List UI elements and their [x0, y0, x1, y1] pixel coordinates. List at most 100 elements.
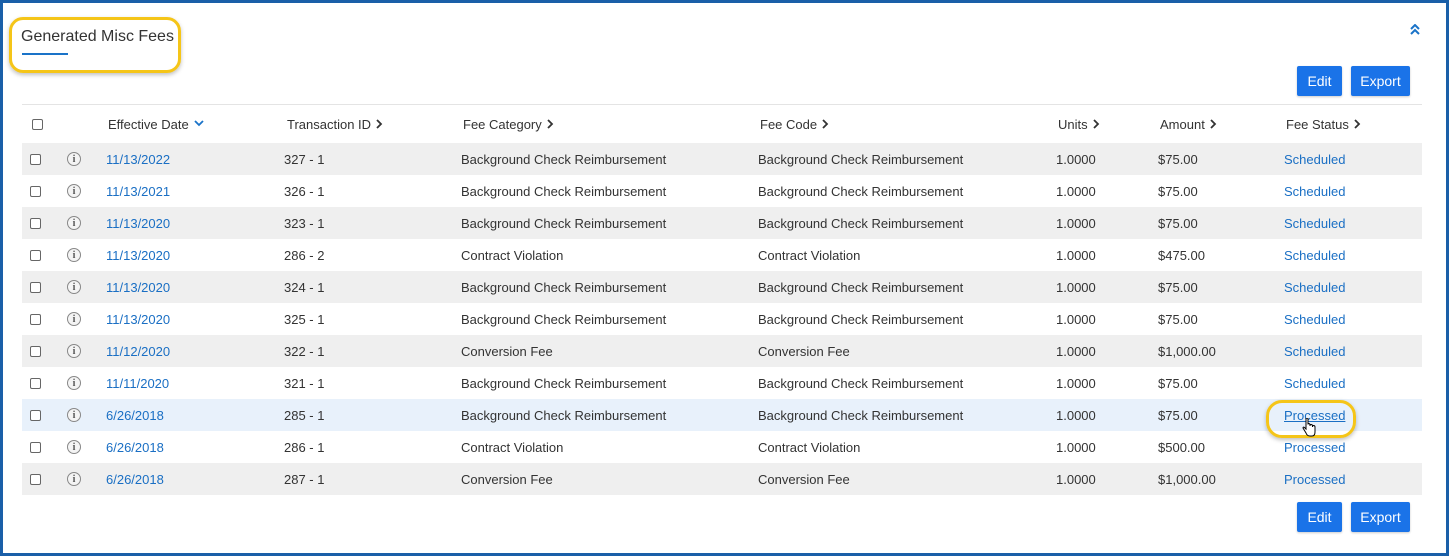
fee-status-link[interactable]: Scheduled [1284, 207, 1345, 239]
effective-date-link[interactable]: 11/13/2022 [106, 143, 170, 175]
units: 1.0000 [1056, 279, 1096, 295]
table-row[interactable]: i 11/13/2020 323 - 1 Background Check Reimb… [22, 207, 1422, 239]
select-all-checkbox[interactable] [32, 118, 43, 130]
effective-date-link[interactable]: 6/26/2018 [106, 399, 164, 431]
row-checkbox-cell [30, 303, 41, 335]
row-checkbox[interactable] [30, 377, 41, 389]
row-checkbox[interactable] [30, 313, 41, 325]
fee-status-link[interactable]: Scheduled [1284, 239, 1345, 271]
table-row[interactable]: i 11/12/2020 322 - 1 Conversion Fee Conversi… [22, 335, 1422, 367]
amount: $1,000.00 [1158, 471, 1216, 487]
table-row[interactable]: i 6/26/2018 285 - 1 Background Check Reimbu… [22, 399, 1422, 431]
info-cell: i [67, 239, 81, 271]
transaction-id: 286 - 1 [284, 439, 325, 455]
table-row[interactable]: i 11/13/2020 286 - 2 Contract Violation Cont… [22, 239, 1422, 271]
header-units-label: Units [1058, 116, 1088, 132]
chevron-right-icon [547, 117, 554, 132]
info-cell: i [67, 303, 81, 335]
edit-button-bottom[interactable]: Edit [1297, 502, 1342, 532]
fee-status-link[interactable]: Processed [1284, 463, 1345, 495]
export-button-top[interactable]: Export [1351, 66, 1410, 96]
fee-code: Conversion Fee [758, 343, 850, 359]
info-icon[interactable]: i [67, 472, 81, 486]
title-underline [22, 53, 68, 55]
header-fee-status[interactable]: Fee Status [1286, 105, 1361, 143]
fee-status-link[interactable]: Processed [1284, 431, 1345, 463]
info-icon[interactable]: i [67, 312, 81, 326]
transaction-id: 323 - 1 [284, 215, 325, 231]
export-button-bottom[interactable]: Export [1351, 502, 1410, 532]
units: 1.0000 [1056, 247, 1096, 263]
table-row[interactable]: i 11/11/2020 321 - 1 Background Check Reimb… [22, 367, 1422, 399]
effective-date-link[interactable]: 11/13/2020 [106, 239, 170, 271]
table-row[interactable]: i 11/13/2020 325 - 1 Background Check Reimb… [22, 303, 1422, 335]
row-checkbox-cell [30, 207, 41, 239]
fee-status-link[interactable]: Processed [1284, 399, 1345, 431]
table-header: Effective Date Transaction ID Fee Catego… [22, 105, 1422, 143]
effective-date-link[interactable]: 6/26/2018 [106, 463, 164, 495]
units: 1.0000 [1056, 215, 1096, 231]
fee-status-link[interactable]: Scheduled [1284, 367, 1345, 399]
units: 1.0000 [1056, 183, 1096, 199]
header-fee-code[interactable]: Fee Code [760, 105, 829, 143]
table-row[interactable]: i 6/26/2018 287 - 1 Conversion Fee Conversio… [22, 463, 1422, 495]
info-cell: i [67, 367, 81, 399]
row-checkbox[interactable] [30, 345, 41, 357]
effective-date-link[interactable]: 11/11/2020 [106, 367, 169, 399]
row-checkbox[interactable] [30, 473, 41, 485]
amount: $75.00 [1158, 311, 1198, 327]
select-all-cell [32, 105, 43, 143]
info-icon[interactable]: i [67, 376, 81, 390]
table-row[interactable]: i 6/26/2018 286 - 1 Contract Violation Contr… [22, 431, 1422, 463]
row-checkbox[interactable] [30, 217, 41, 229]
table-row[interactable]: i 11/13/2022 327 - 1 Background Check Reimb… [22, 143, 1422, 175]
amount: $75.00 [1158, 407, 1198, 423]
units: 1.0000 [1056, 151, 1096, 167]
table-row[interactable]: i 11/13/2021 326 - 1 Background Check Reimb… [22, 175, 1422, 207]
fee-code: Background Check Reimbursement [758, 375, 964, 391]
effective-date-link[interactable]: 6/26/2018 [106, 431, 164, 463]
chevron-right-icon [1210, 117, 1217, 132]
header-amount-label: Amount [1160, 116, 1205, 132]
fee-status-link[interactable]: Scheduled [1284, 175, 1345, 207]
effective-date-link[interactable]: 11/12/2020 [106, 335, 170, 367]
effective-date-link[interactable]: 11/13/2021 [106, 175, 170, 207]
fee-status-link[interactable]: Scheduled [1284, 143, 1345, 175]
row-checkbox[interactable] [30, 281, 41, 293]
row-checkbox[interactable] [30, 441, 41, 453]
header-fee-category[interactable]: Fee Category [463, 105, 554, 143]
info-icon[interactable]: i [67, 152, 81, 166]
header-amount[interactable]: Amount [1160, 105, 1217, 143]
info-icon[interactable]: i [67, 344, 81, 358]
effective-date-link[interactable]: 11/13/2020 [106, 303, 170, 335]
row-checkbox[interactable] [30, 409, 41, 421]
edit-button-top[interactable]: Edit [1297, 66, 1342, 96]
row-checkbox[interactable] [30, 153, 41, 165]
info-icon[interactable]: i [67, 248, 81, 262]
row-checkbox[interactable] [30, 185, 41, 197]
info-icon[interactable]: i [67, 184, 81, 198]
fee-status-link[interactable]: Scheduled [1284, 303, 1345, 335]
units: 1.0000 [1056, 375, 1096, 391]
info-icon[interactable]: i [67, 280, 81, 294]
header-effective-date[interactable]: Effective Date [108, 105, 204, 143]
fee-status-link[interactable]: Scheduled [1284, 335, 1345, 367]
info-icon[interactable]: i [67, 216, 81, 230]
effective-date-link[interactable]: 11/13/2020 [106, 271, 170, 303]
info-cell: i [67, 143, 81, 175]
fee-code: Background Check Reimbursement [758, 311, 964, 327]
table-row[interactable]: i 11/13/2020 324 - 1 Background Check Reimb… [22, 271, 1422, 303]
fee-category: Conversion Fee [461, 343, 553, 359]
header-transaction-id[interactable]: Transaction ID [287, 105, 383, 143]
fee-status-link[interactable]: Scheduled [1284, 271, 1345, 303]
transaction-id: 326 - 1 [284, 183, 325, 199]
info-icon[interactable]: i [67, 408, 81, 422]
effective-date-link[interactable]: 11/13/2020 [106, 207, 170, 239]
fee-category: Background Check Reimbursement [461, 375, 667, 391]
row-checkbox[interactable] [30, 249, 41, 261]
fee-category: Background Check Reimbursement [461, 151, 667, 167]
fee-code: Background Check Reimbursement [758, 279, 964, 295]
double-chevron-up-icon[interactable] [1409, 23, 1421, 38]
info-icon[interactable]: i [67, 440, 81, 454]
header-units[interactable]: Units [1058, 105, 1100, 143]
